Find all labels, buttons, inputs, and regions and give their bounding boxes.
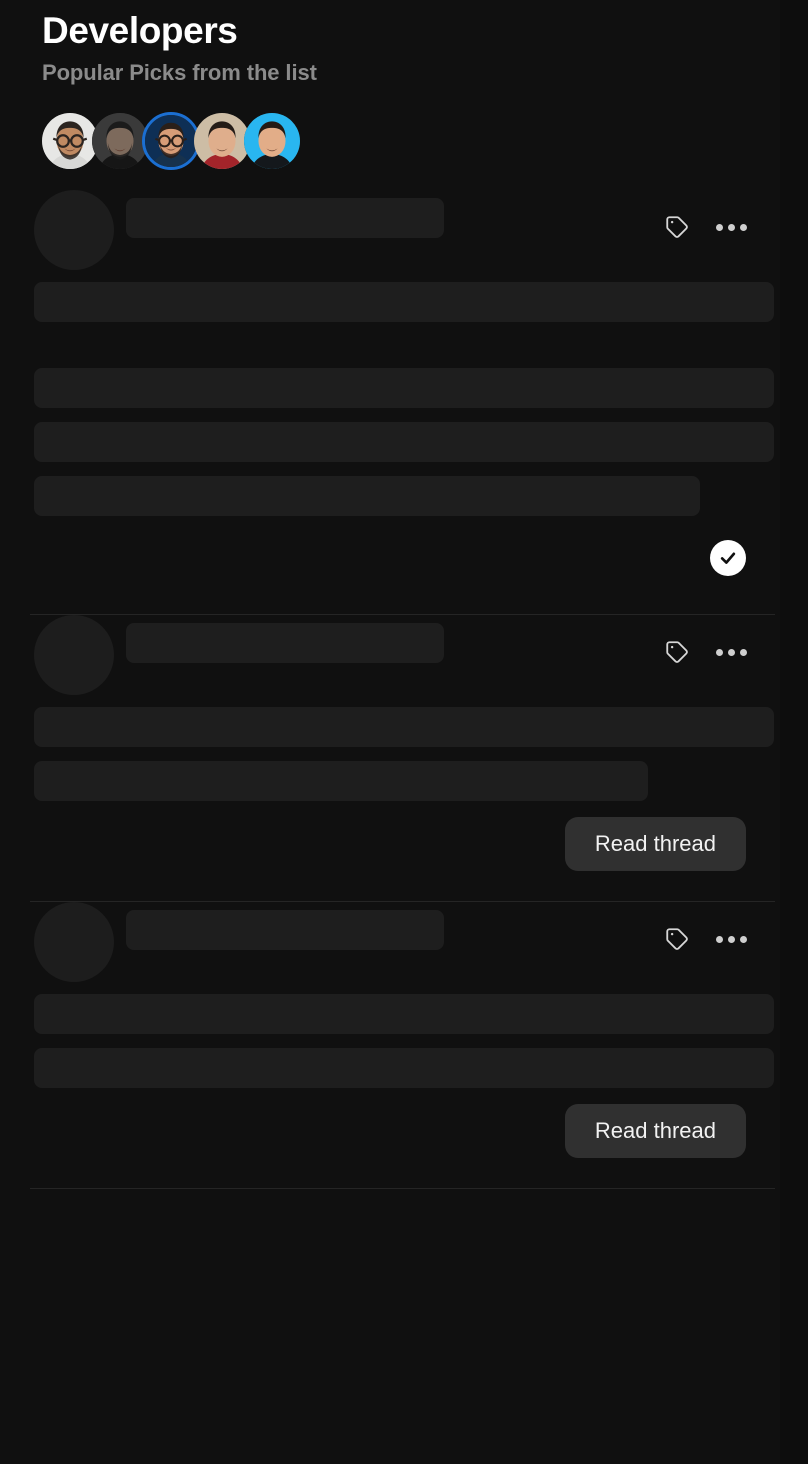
text-line-placeholder (34, 761, 648, 801)
right-gutter (780, 0, 808, 1464)
avatar-4[interactable] (194, 113, 250, 169)
card-avatar-placeholder (34, 615, 114, 695)
feed-card: Read thread (0, 901, 780, 1158)
card-footer: Read thread (0, 1104, 780, 1158)
check-circle-icon[interactable] (710, 540, 746, 576)
more-horizontal-icon[interactable] (715, 637, 747, 667)
card-header (0, 190, 780, 282)
avatar-2[interactable] (92, 113, 148, 169)
card-footer: Read thread (0, 817, 780, 871)
text-line-placeholder (34, 707, 774, 747)
card-title-placeholder (126, 910, 444, 950)
feed-bottom-divider (30, 1188, 775, 1189)
avatar-1[interactable] (42, 113, 98, 169)
card-actions (662, 212, 747, 242)
card-title-placeholder (126, 198, 444, 238)
page-subtitle: Popular Picks from the list (42, 60, 317, 85)
card-title-placeholder (126, 623, 444, 663)
text-line-placeholder (34, 282, 774, 322)
card-header (0, 902, 780, 994)
page-title: Developers (42, 10, 238, 51)
tag-icon[interactable] (662, 924, 692, 954)
card-footer (0, 540, 780, 576)
card-body-placeholder (0, 282, 780, 516)
avatar-3[interactable] (142, 112, 200, 170)
card-body-placeholder (0, 707, 780, 801)
tag-icon[interactable] (662, 637, 692, 667)
feed-card (0, 190, 780, 576)
more-dots (715, 935, 747, 943)
text-line-placeholder (34, 1048, 774, 1088)
feed-card: Read thread (0, 614, 780, 871)
text-line-placeholder (34, 476, 700, 516)
text-line-placeholder (34, 422, 774, 462)
text-line-placeholder (34, 368, 774, 408)
more-horizontal-icon[interactable] (715, 212, 747, 242)
avatar-stack[interactable] (42, 112, 300, 170)
more-horizontal-icon[interactable] (715, 924, 747, 954)
feed-list: Read thread Read thread (0, 190, 780, 1189)
developers-page: Developers Popular Picks from the list R… (0, 0, 808, 1464)
avatar-5[interactable] (244, 113, 300, 169)
read-thread-button[interactable]: Read thread (564, 817, 746, 871)
card-avatar-placeholder (34, 190, 114, 270)
page-header: Developers Popular Picks from the list (42, 8, 742, 88)
read-thread-button[interactable]: Read thread (564, 1104, 746, 1158)
card-actions (662, 637, 747, 667)
card-body-placeholder (0, 994, 780, 1088)
card-actions (662, 924, 747, 954)
more-dots (715, 648, 747, 656)
more-dots (715, 223, 747, 231)
tag-icon[interactable] (662, 212, 692, 242)
card-header (0, 615, 780, 707)
card-avatar-placeholder (34, 902, 114, 982)
text-line-placeholder (34, 994, 774, 1034)
